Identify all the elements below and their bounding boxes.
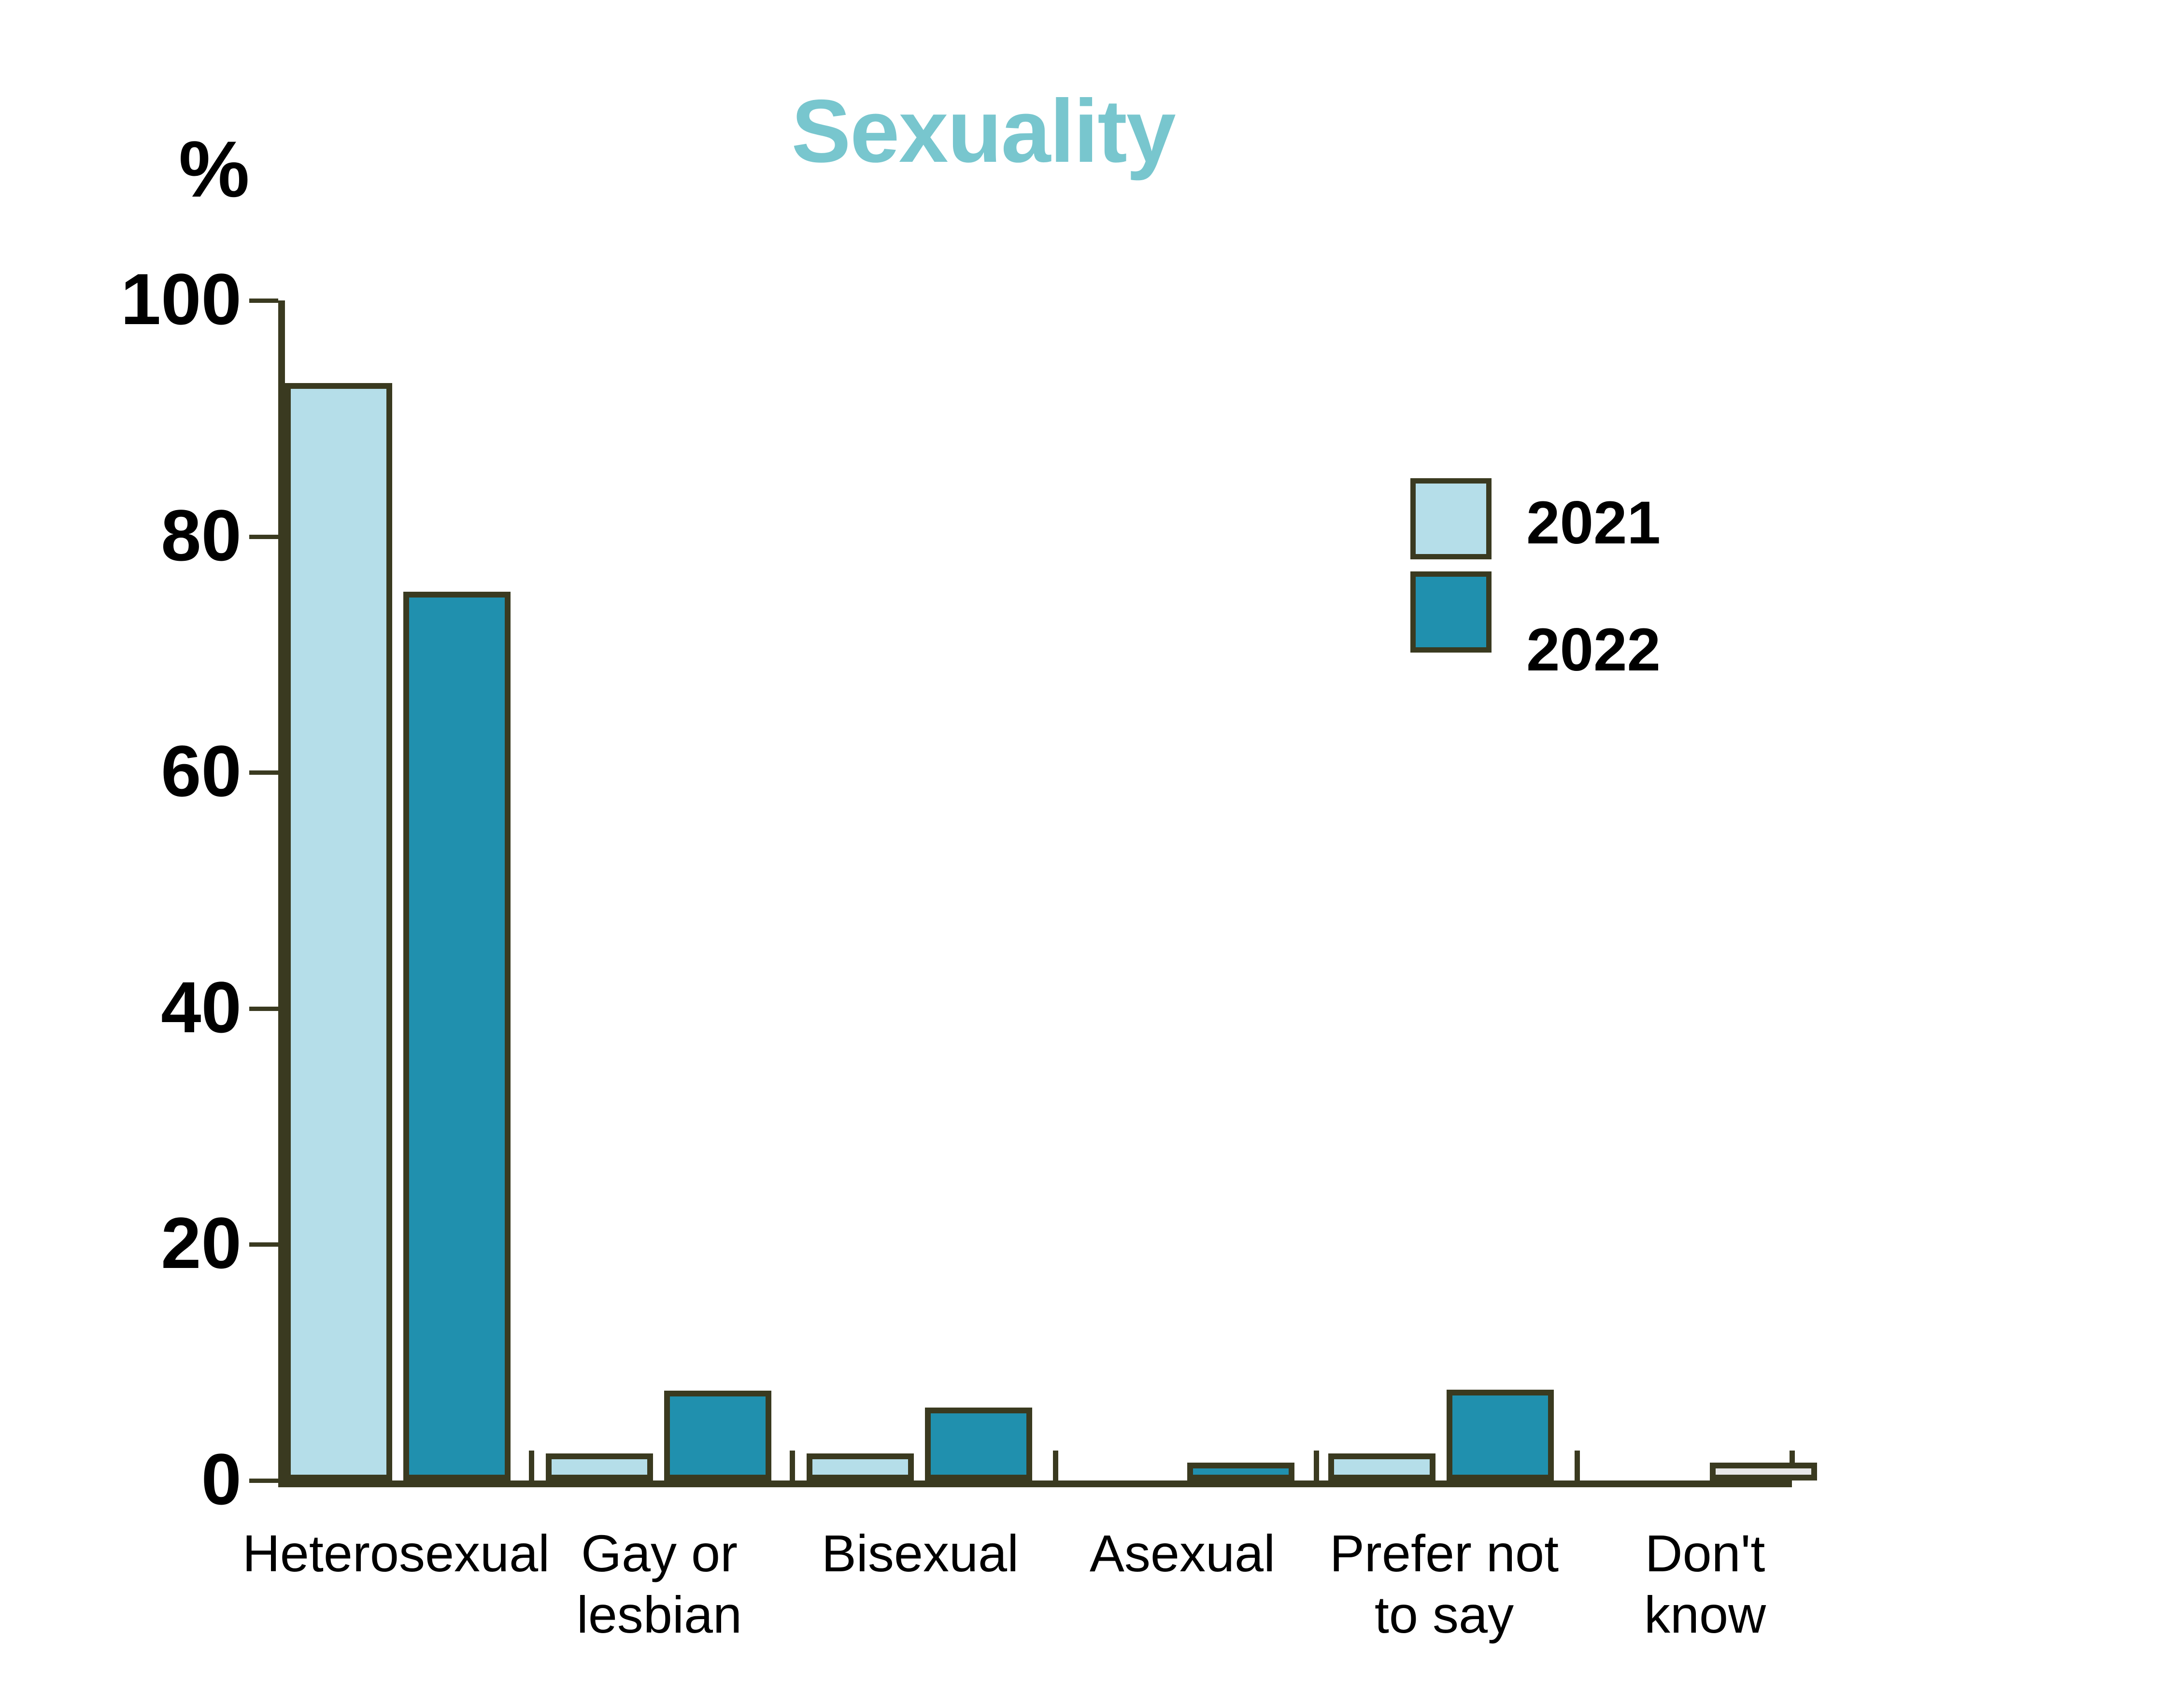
bar[interactable] [1328, 1453, 1435, 1480]
bar[interactable] [403, 592, 511, 1480]
y-axis-tick-label: 0 [201, 1438, 242, 1520]
bar[interactable] [664, 1391, 771, 1480]
y-axis-line [278, 300, 285, 1480]
y-axis-tick [249, 770, 278, 775]
y-axis-tick [249, 1006, 278, 1011]
bar[interactable] [925, 1407, 1032, 1480]
y-axis-tick-label: 40 [161, 966, 242, 1048]
x-axis-tick [790, 1451, 795, 1480]
bar[interactable] [1187, 1463, 1294, 1480]
bar[interactable] [546, 1453, 653, 1480]
page-title: Sexuality [0, 87, 2174, 176]
bar[interactable] [1710, 1463, 1817, 1480]
x-axis-tick [1053, 1451, 1058, 1480]
chart-title-text: Sexuality [791, 82, 1176, 181]
y-axis-tick [249, 1479, 278, 1483]
y-axis-tick-label: 100 [120, 258, 242, 340]
y-axis-tick [249, 1242, 278, 1247]
chart-plot-area: 100 80 60 40 20 0 Heterosexual Gay or lesbian B… [121, 263, 1817, 1644]
bar[interactable] [285, 383, 392, 1480]
x-axis-tick [529, 1451, 534, 1480]
y-axis-unit-label: % [179, 125, 250, 214]
y-axis-tick-label: 20 [161, 1202, 242, 1284]
x-axis-category-label: Don't know [1644, 1524, 1766, 1644]
y-axis-tick [249, 534, 278, 539]
bar[interactable] [807, 1453, 914, 1480]
y-axis-tick-label: 60 [161, 730, 242, 812]
legend-swatch-2022 [1410, 571, 1492, 653]
x-axis-tick [1575, 1451, 1580, 1480]
x-axis-line [278, 1480, 1792, 1487]
bar[interactable] [1447, 1389, 1554, 1480]
legend-label-2021: 2021 [1526, 489, 1661, 556]
y-axis-tick-label: 80 [161, 494, 242, 576]
legend-swatch-2021 [1410, 478, 1492, 559]
legend-label-2022: 2022 [1526, 616, 1661, 683]
y-axis-tick [249, 299, 278, 303]
x-axis-tick [1314, 1451, 1319, 1480]
